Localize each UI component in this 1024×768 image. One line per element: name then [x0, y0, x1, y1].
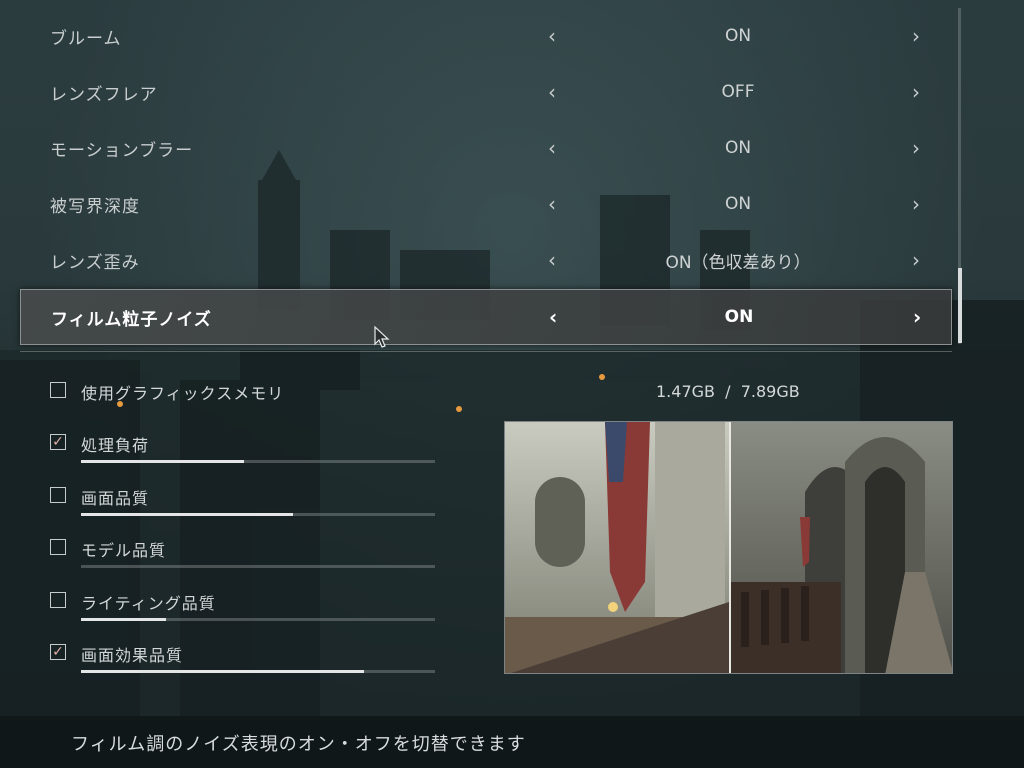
setting-value: ON [724, 138, 752, 158]
load-item-checkbox[interactable]: ✓ [50, 434, 66, 450]
load-item-checkbox[interactable] [50, 539, 66, 555]
memory-checkbox[interactable] [50, 382, 66, 398]
load-bar [81, 460, 435, 463]
previous-option-arrow-icon[interactable]: ‹ [548, 136, 556, 160]
load-bar [81, 565, 435, 568]
setting-row[interactable]: 被写界深度 ‹ ON › [20, 176, 952, 232]
load-item-label: モデル品質 [81, 541, 167, 560]
load-item-label: 処理負荷 [81, 436, 150, 455]
setting-label: フィルム粒子ノイズ [51, 309, 212, 330]
setting-value: ON [724, 194, 752, 214]
setting-value: ON [724, 26, 752, 46]
memory-label: 使用グラフィックスメモリ [81, 384, 285, 403]
memory-usage-value: 1.47GB / 7.89GB [656, 382, 800, 401]
next-option-arrow-icon[interactable]: › [912, 80, 920, 104]
load-item-checkbox[interactable] [50, 486, 66, 503]
next-option-arrow-icon[interactable]: › [912, 192, 920, 216]
scrollbar-thumb[interactable] [958, 268, 962, 343]
setting-row[interactable]: ブルーム ‹ ON › [20, 8, 952, 64]
setting-row[interactable]: レンズフレア ‹ OFF › [20, 64, 952, 120]
setting-row[interactable]: モーションブラー ‹ ON › [20, 120, 952, 176]
load-bar-fill [81, 512, 294, 516]
setting-label: 被写界深度 [50, 196, 140, 217]
next-option-arrow-icon[interactable]: › [912, 24, 920, 48]
previous-option-arrow-icon[interactable]: ‹ [548, 80, 556, 104]
settings-list: ブルーム ‹ ON › レンズフレア ‹ OFF › モーションブラー ‹ ON › 被写界深度 ‹ ON ›… [20, 8, 952, 345]
next-option-arrow-icon[interactable]: › [912, 136, 920, 160]
load-bar [81, 670, 435, 673]
setting-label: ブルーム [50, 28, 122, 49]
load-bar [81, 617, 435, 621]
load-bar-fill [81, 460, 244, 463]
load-item-label: 画面品質 [81, 488, 150, 508]
load-bar [81, 512, 435, 516]
next-option-arrow-icon[interactable]: › [913, 305, 921, 329]
next-option-arrow-icon[interactable]: › [912, 248, 920, 272]
previous-option-arrow-icon[interactable]: ‹ [548, 192, 556, 216]
mouse-cursor-icon [374, 326, 390, 348]
setting-description: フィルム調のノイズ表現のオン・オフを切替できます [71, 734, 526, 755]
previous-option-arrow-icon[interactable]: ‹ [549, 305, 557, 329]
setting-value: ON（色収差あり） [665, 252, 811, 273]
load-item-label: ライティング品質 [81, 593, 216, 613]
previous-option-arrow-icon[interactable]: ‹ [548, 24, 556, 48]
previous-option-arrow-icon[interactable]: ‹ [548, 248, 556, 272]
setting-value: OFF [721, 82, 755, 102]
preview-image [504, 421, 953, 674]
setting-label: レンズフレア [50, 84, 158, 105]
setting-value: ON [724, 307, 754, 327]
setting-label: モーションブラー [50, 140, 194, 161]
setting-row[interactable]: フィルム粒子ノイズ ‹ ON › [20, 289, 952, 345]
load-bar-fill [81, 617, 166, 621]
divider [20, 351, 952, 352]
load-item-checkbox[interactable] [50, 591, 66, 608]
load-item-checkbox[interactable]: ✓ [50, 644, 66, 660]
load-bar-fill [81, 670, 365, 673]
load-item-label: 画面効果品質 [81, 646, 184, 665]
setting-row[interactable]: レンズ歪み ‹ ON（色収差あり） › [20, 232, 952, 288]
setting-label: レンズ歪み [50, 252, 140, 273]
